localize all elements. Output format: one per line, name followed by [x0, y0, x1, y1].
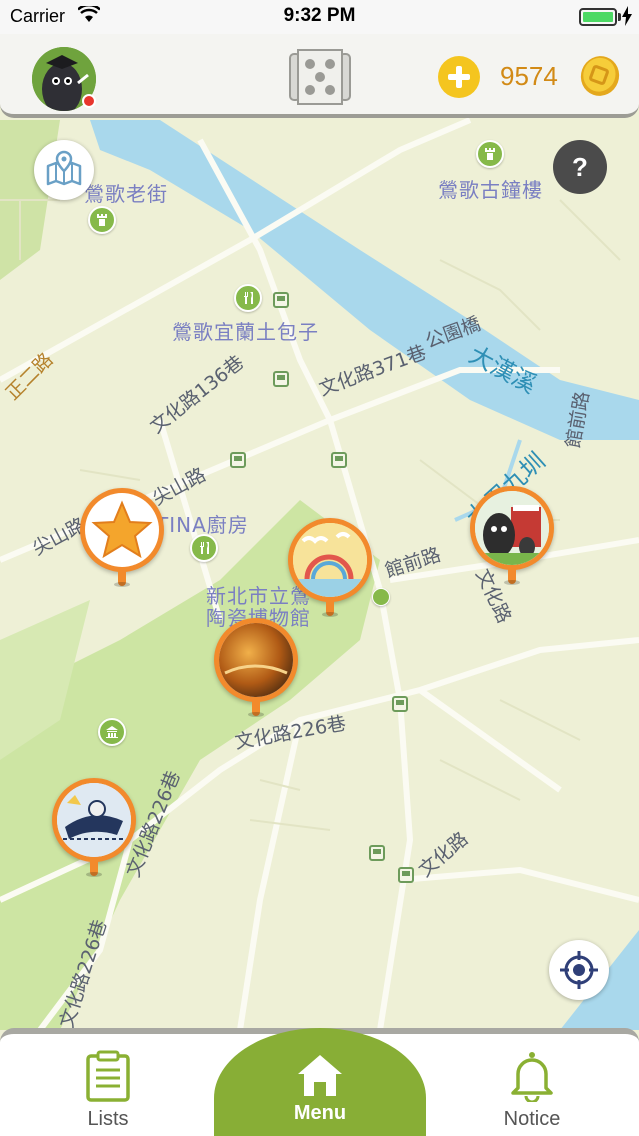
bus-stop-icon [369, 845, 385, 861]
star-pin[interactable] [80, 488, 164, 588]
place-label: 鶯歌老街 [84, 182, 168, 206]
restaurant-icon[interactable] [234, 284, 262, 312]
tab-lists-label: Lists [87, 1108, 129, 1130]
tab-menu-label: Menu [293, 1102, 347, 1124]
status-bar: Carrier 9:32 PM [0, 0, 639, 34]
help-button[interactable]: ? [553, 140, 607, 194]
passport-pin[interactable] [470, 486, 554, 586]
place-label: 鶯歌宜蘭土包子 [172, 320, 319, 344]
tower-icon[interactable] [88, 206, 116, 234]
bus-stop-icon [273, 371, 289, 387]
charging-icon [621, 6, 633, 31]
restaurant-icon[interactable] [190, 534, 218, 562]
tab-notice[interactable]: Notice [486, 1050, 578, 1131]
ceramic-pin[interactable] [214, 618, 298, 718]
map-mode-button[interactable] [34, 140, 94, 200]
carnival-image [293, 523, 367, 597]
tower-icon[interactable] [476, 140, 504, 168]
museum-icon[interactable] [98, 718, 126, 746]
home-icon [298, 1055, 342, 1096]
ceramic-image [219, 623, 293, 697]
carnival-pin[interactable] [288, 518, 372, 618]
notification-dot [82, 94, 96, 108]
star-icon [85, 493, 159, 567]
bus-stop-icon [273, 292, 289, 308]
bus-stop-icon [230, 452, 246, 468]
clock: 9:32 PM [283, 5, 356, 26]
top-bar: 9574 [0, 34, 639, 118]
add-coins-button[interactable] [438, 56, 480, 98]
clipboard-icon [86, 1050, 130, 1102]
bus-stop-icon [398, 867, 414, 883]
passport-image [475, 491, 549, 565]
crosshair-icon [560, 951, 598, 989]
bell-icon [511, 1052, 553, 1102]
tab-notice-label: Notice [503, 1108, 561, 1130]
battery-icon [579, 8, 617, 26]
game-pin[interactable] [52, 778, 136, 878]
coin-icon [578, 54, 622, 98]
map-dice-icon[interactable] [288, 48, 352, 106]
coin-balance: 9574 [500, 61, 558, 91]
bus-stop-icon [331, 452, 347, 468]
bus-stop-icon [392, 696, 408, 712]
place-label: 鶯歌古鐘樓 [438, 178, 543, 202]
locate-me-button[interactable] [549, 940, 609, 1000]
tab-lists[interactable]: Lists [62, 1050, 154, 1131]
map-pin-icon [46, 150, 82, 186]
map-view[interactable]: 鶯歌老街 鶯歌古鐘樓 鶯歌宜蘭土包子 TINA廚房 新北市立鶯 陶瓷博物館 文化… [0, 0, 639, 1136]
game-image [57, 783, 131, 857]
park-icon [372, 588, 390, 606]
